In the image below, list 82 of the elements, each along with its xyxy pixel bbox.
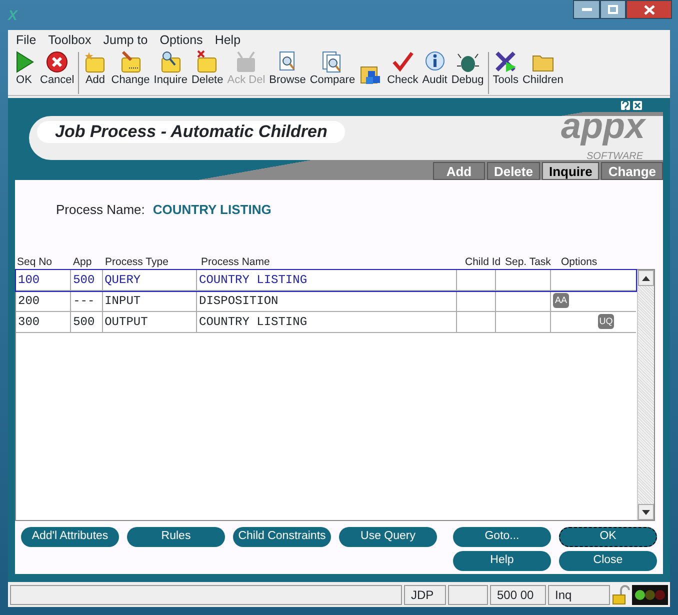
table-cell: 200	[16, 291, 72, 311]
action-tab[interactable]: Inquire	[542, 162, 600, 180]
toolbar-button[interactable]: Children	[520, 50, 566, 87]
table-row[interactable]: 200 --- INPUT DISPOSITION AA	[16, 291, 636, 312]
toolbar-button[interactable]: Browse	[267, 50, 308, 87]
toolbar-button[interactable]: Debug	[449, 50, 486, 87]
table-cell: OUTPUT	[102, 312, 198, 332]
help-icon[interactable]	[620, 100, 631, 111]
action-button[interactable]: OK	[559, 527, 657, 547]
column-header: Process Type	[104, 255, 170, 269]
table-cell: QUERY	[102, 270, 198, 290]
table-cell: ---	[71, 291, 103, 311]
status-field: Inq	[548, 585, 610, 605]
action-button[interactable]: Use Query	[339, 527, 437, 547]
action-button[interactable]: Goto...	[453, 527, 551, 547]
action-button[interactable]: Close	[559, 551, 657, 571]
lock-icon	[612, 585, 630, 605]
note-cross-icon	[195, 50, 220, 74]
menu-item[interactable]: Options	[154, 30, 209, 50]
action-tab[interactable]: Change	[601, 162, 663, 180]
status-field: 500 00	[490, 585, 546, 605]
table-cell: DISPOSITION	[197, 291, 457, 311]
table-row[interactable]: 100 500 QUERY COUNTRY LISTING	[16, 270, 636, 291]
status-field: JDP	[404, 585, 446, 605]
logo-tagline: SOFTWARE	[586, 150, 643, 164]
menu-item[interactable]: Toolbox	[42, 30, 98, 50]
column-header: Options	[560, 255, 598, 269]
toolbar-button[interactable]: Add	[81, 50, 110, 87]
toolbar-button[interactable]: Compare	[308, 50, 358, 87]
up-arrow-icon[interactable]	[642, 276, 650, 280]
minimize-button[interactable]	[573, 0, 600, 19]
table-cell: COUNTRY LISTING	[197, 270, 457, 290]
action-button[interactable]: Help	[453, 551, 551, 571]
option-badge[interactable]: UQ	[598, 314, 614, 329]
menu-item[interactable]: File	[10, 30, 42, 50]
software-logo: appx	[560, 106, 645, 146]
toolbar-button[interactable]: Cancel	[38, 50, 76, 87]
scrollbar[interactable]	[637, 270, 654, 520]
check-icon	[390, 50, 415, 74]
table-cell: 300	[16, 312, 72, 332]
screen-title: Job Process - Automatic Children	[37, 121, 346, 143]
note-magnifier-icon	[158, 50, 183, 74]
toolbar-button[interactable]: OK	[10, 50, 38, 87]
table-cell: 500	[71, 312, 103, 332]
cancel-icon	[45, 50, 70, 74]
action-tab[interactable]: Add	[432, 162, 485, 180]
column-header: Seq No	[16, 255, 54, 269]
action-button[interactable]: Child Constraints	[233, 527, 331, 547]
toolbar-button[interactable]: Delete	[189, 50, 226, 87]
close-icon[interactable]	[632, 100, 643, 111]
note-pencil-icon	[118, 50, 143, 74]
column-header: Process Name	[200, 255, 271, 269]
down-arrow-icon[interactable]	[642, 510, 650, 514]
field-label: Process Name:	[56, 201, 145, 219]
table-cell: 100	[16, 270, 72, 290]
note-star-icon	[83, 50, 108, 74]
maximize-icon	[608, 5, 618, 14]
toolbar-button[interactable]: Tools	[490, 50, 520, 87]
minimize-icon	[582, 8, 592, 12]
toolbar-button[interactable]: Audit	[420, 50, 450, 87]
maximize-button[interactable]	[600, 0, 626, 19]
field-value: COUNTRY LISTING	[152, 201, 272, 219]
option-badge[interactable]: AA	[553, 293, 570, 308]
action-button[interactable]: Rules	[127, 527, 225, 547]
toolbar-button[interactable]: Check	[385, 50, 420, 87]
table-cell: INPUT	[102, 291, 198, 311]
action-button[interactable]: Add'l Attributes	[21, 527, 119, 547]
menu-item[interactable]: Jump to	[97, 30, 154, 50]
tools-icon	[494, 50, 518, 74]
table-cell: 500	[71, 270, 103, 290]
column-header: Sep. Task	[504, 255, 552, 269]
close-icon	[644, 4, 654, 14]
toolbar-button[interactable]: Change	[109, 50, 152, 87]
column-header: App	[72, 255, 93, 269]
close-button[interactable]	[626, 0, 672, 19]
table-row[interactable]: 300 500 OUTPUT COUNTRY LISTING UQ	[16, 312, 636, 333]
column-header: Child Id	[464, 255, 502, 269]
toolbar-button[interactable]: Inquire	[152, 50, 190, 87]
menu-item[interactable]: Help	[208, 30, 247, 50]
action-tab[interactable]: Delete	[486, 162, 540, 180]
table-cell: COUNTRY LISTING	[197, 312, 457, 332]
traffic-light-icon	[632, 585, 668, 605]
